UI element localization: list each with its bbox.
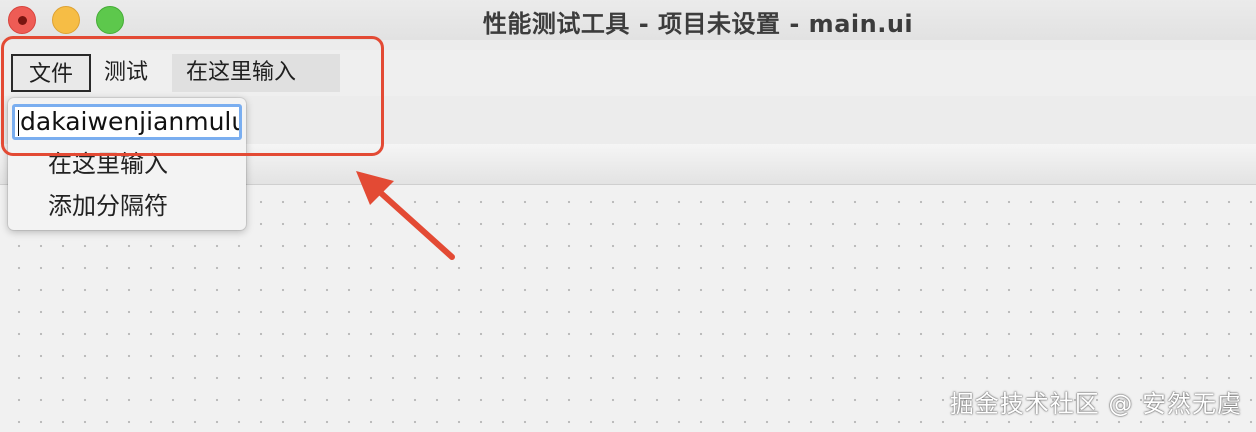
title-bar: 性能测试工具 - 项目未设置 - main.ui (0, 0, 1256, 40)
annotation-arrow-icon (356, 171, 455, 260)
dropdown-item-add-separator[interactable]: 添加分隔符 (48, 186, 168, 221)
window-title: 性能测试工具 - 项目未设置 - main.ui (482, 10, 914, 38)
watermark: 掘金技术社区 @ 安然无虞 (949, 390, 1242, 418)
annotation-highlight-box (1, 36, 384, 156)
